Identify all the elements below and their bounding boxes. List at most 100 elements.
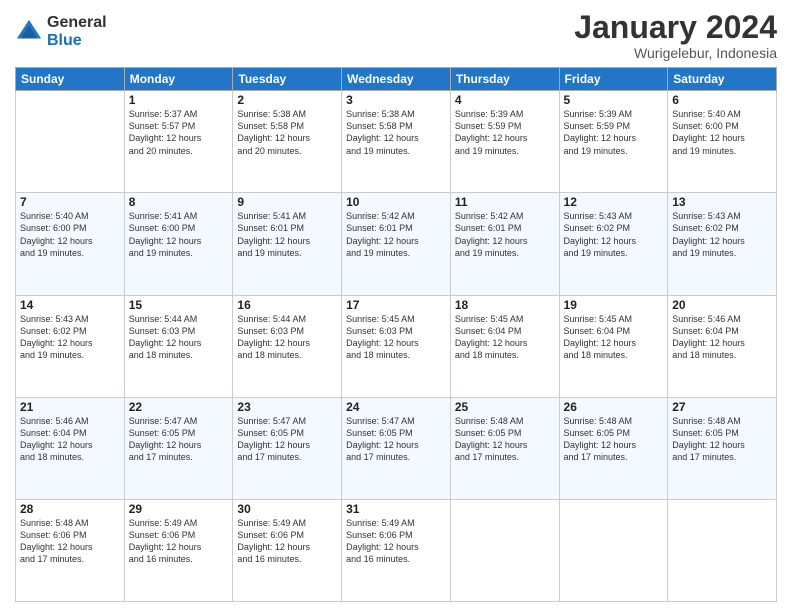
day-info: Sunrise: 5:48 AM Sunset: 6:05 PM Dayligh…: [672, 415, 772, 464]
day-info: Sunrise: 5:45 AM Sunset: 6:04 PM Dayligh…: [564, 313, 664, 362]
calendar-day-cell: 6Sunrise: 5:40 AM Sunset: 6:00 PM Daylig…: [668, 91, 777, 193]
day-info: Sunrise: 5:48 AM Sunset: 6:05 PM Dayligh…: [564, 415, 664, 464]
day-info: Sunrise: 5:41 AM Sunset: 6:00 PM Dayligh…: [129, 210, 229, 259]
day-info: Sunrise: 5:47 AM Sunset: 6:05 PM Dayligh…: [237, 415, 337, 464]
logo: General Blue: [15, 14, 107, 49]
day-info: Sunrise: 5:49 AM Sunset: 6:06 PM Dayligh…: [346, 517, 446, 566]
day-info: Sunrise: 5:40 AM Sunset: 6:00 PM Dayligh…: [672, 108, 772, 157]
calendar-day-cell: 20Sunrise: 5:46 AM Sunset: 6:04 PM Dayli…: [668, 295, 777, 397]
day-info: Sunrise: 5:39 AM Sunset: 5:59 PM Dayligh…: [564, 108, 664, 157]
logo-text: General Blue: [47, 14, 107, 49]
day-number: 26: [564, 400, 664, 414]
day-number: 6: [672, 93, 772, 107]
logo-blue: Blue: [47, 32, 107, 50]
day-number: 3: [346, 93, 446, 107]
day-info: Sunrise: 5:48 AM Sunset: 6:05 PM Dayligh…: [455, 415, 555, 464]
calendar-day-cell: 7Sunrise: 5:40 AM Sunset: 6:00 PM Daylig…: [16, 193, 125, 295]
calendar-day-cell: 11Sunrise: 5:42 AM Sunset: 6:01 PM Dayli…: [450, 193, 559, 295]
day-info: Sunrise: 5:38 AM Sunset: 5:58 PM Dayligh…: [237, 108, 337, 157]
calendar-day-cell: 13Sunrise: 5:43 AM Sunset: 6:02 PM Dayli…: [668, 193, 777, 295]
day-number: 12: [564, 195, 664, 209]
day-info: Sunrise: 5:47 AM Sunset: 6:05 PM Dayligh…: [129, 415, 229, 464]
day-number: 29: [129, 502, 229, 516]
calendar-day-cell: 16Sunrise: 5:44 AM Sunset: 6:03 PM Dayli…: [233, 295, 342, 397]
calendar-header-monday: Monday: [124, 68, 233, 91]
day-number: 16: [237, 298, 337, 312]
calendar-day-cell: 12Sunrise: 5:43 AM Sunset: 6:02 PM Dayli…: [559, 193, 668, 295]
location: Wurigelebur, Indonesia: [574, 45, 777, 61]
calendar-day-cell: 3Sunrise: 5:38 AM Sunset: 5:58 PM Daylig…: [342, 91, 451, 193]
calendar-day-cell: 9Sunrise: 5:41 AM Sunset: 6:01 PM Daylig…: [233, 193, 342, 295]
day-info: Sunrise: 5:45 AM Sunset: 6:04 PM Dayligh…: [455, 313, 555, 362]
calendar-day-cell: 21Sunrise: 5:46 AM Sunset: 6:04 PM Dayli…: [16, 397, 125, 499]
calendar-day-cell: 24Sunrise: 5:47 AM Sunset: 6:05 PM Dayli…: [342, 397, 451, 499]
day-number: 8: [129, 195, 229, 209]
day-number: 14: [20, 298, 120, 312]
day-info: Sunrise: 5:43 AM Sunset: 6:02 PM Dayligh…: [20, 313, 120, 362]
calendar-header-saturday: Saturday: [668, 68, 777, 91]
calendar-week-row: 7Sunrise: 5:40 AM Sunset: 6:00 PM Daylig…: [16, 193, 777, 295]
day-number: 23: [237, 400, 337, 414]
day-number: 21: [20, 400, 120, 414]
day-info: Sunrise: 5:42 AM Sunset: 6:01 PM Dayligh…: [346, 210, 446, 259]
day-number: 19: [564, 298, 664, 312]
day-info: Sunrise: 5:43 AM Sunset: 6:02 PM Dayligh…: [564, 210, 664, 259]
day-number: 15: [129, 298, 229, 312]
day-number: 24: [346, 400, 446, 414]
calendar-day-cell: 29Sunrise: 5:49 AM Sunset: 6:06 PM Dayli…: [124, 499, 233, 601]
calendar-header-thursday: Thursday: [450, 68, 559, 91]
day-number: 9: [237, 195, 337, 209]
day-number: 25: [455, 400, 555, 414]
month-title: January 2024: [574, 10, 777, 45]
day-number: 4: [455, 93, 555, 107]
title-block: January 2024 Wurigelebur, Indonesia: [574, 10, 777, 61]
day-info: Sunrise: 5:47 AM Sunset: 6:05 PM Dayligh…: [346, 415, 446, 464]
calendar-day-cell: 5Sunrise: 5:39 AM Sunset: 5:59 PM Daylig…: [559, 91, 668, 193]
calendar-day-cell: 8Sunrise: 5:41 AM Sunset: 6:00 PM Daylig…: [124, 193, 233, 295]
day-number: 27: [672, 400, 772, 414]
day-info: Sunrise: 5:44 AM Sunset: 6:03 PM Dayligh…: [237, 313, 337, 362]
day-info: Sunrise: 5:37 AM Sunset: 5:57 PM Dayligh…: [129, 108, 229, 157]
calendar-day-cell: 4Sunrise: 5:39 AM Sunset: 5:59 PM Daylig…: [450, 91, 559, 193]
calendar-day-cell: [668, 499, 777, 601]
calendar-day-cell: 2Sunrise: 5:38 AM Sunset: 5:58 PM Daylig…: [233, 91, 342, 193]
day-number: 10: [346, 195, 446, 209]
day-number: 20: [672, 298, 772, 312]
calendar-header-tuesday: Tuesday: [233, 68, 342, 91]
calendar-week-row: 14Sunrise: 5:43 AM Sunset: 6:02 PM Dayli…: [16, 295, 777, 397]
calendar-header-row: SundayMondayTuesdayWednesdayThursdayFrid…: [16, 68, 777, 91]
day-number: 2: [237, 93, 337, 107]
day-number: 28: [20, 502, 120, 516]
calendar-day-cell: 22Sunrise: 5:47 AM Sunset: 6:05 PM Dayli…: [124, 397, 233, 499]
day-number: 1: [129, 93, 229, 107]
calendar-day-cell: [16, 91, 125, 193]
calendar-day-cell: 1Sunrise: 5:37 AM Sunset: 5:57 PM Daylig…: [124, 91, 233, 193]
day-info: Sunrise: 5:45 AM Sunset: 6:03 PM Dayligh…: [346, 313, 446, 362]
day-number: 22: [129, 400, 229, 414]
calendar-day-cell: 15Sunrise: 5:44 AM Sunset: 6:03 PM Dayli…: [124, 295, 233, 397]
calendar-day-cell: 27Sunrise: 5:48 AM Sunset: 6:05 PM Dayli…: [668, 397, 777, 499]
calendar-day-cell: 17Sunrise: 5:45 AM Sunset: 6:03 PM Dayli…: [342, 295, 451, 397]
day-info: Sunrise: 5:49 AM Sunset: 6:06 PM Dayligh…: [129, 517, 229, 566]
calendar-day-cell: 30Sunrise: 5:49 AM Sunset: 6:06 PM Dayli…: [233, 499, 342, 601]
header: General Blue January 2024 Wurigelebur, I…: [15, 10, 777, 61]
calendar-day-cell: 26Sunrise: 5:48 AM Sunset: 6:05 PM Dayli…: [559, 397, 668, 499]
calendar-header-sunday: Sunday: [16, 68, 125, 91]
calendar-day-cell: 14Sunrise: 5:43 AM Sunset: 6:02 PM Dayli…: [16, 295, 125, 397]
day-number: 11: [455, 195, 555, 209]
day-info: Sunrise: 5:43 AM Sunset: 6:02 PM Dayligh…: [672, 210, 772, 259]
day-number: 5: [564, 93, 664, 107]
day-info: Sunrise: 5:39 AM Sunset: 5:59 PM Dayligh…: [455, 108, 555, 157]
day-number: 30: [237, 502, 337, 516]
day-info: Sunrise: 5:42 AM Sunset: 6:01 PM Dayligh…: [455, 210, 555, 259]
calendar-day-cell: 10Sunrise: 5:42 AM Sunset: 6:01 PM Dayli…: [342, 193, 451, 295]
calendar-day-cell: 19Sunrise: 5:45 AM Sunset: 6:04 PM Dayli…: [559, 295, 668, 397]
day-info: Sunrise: 5:46 AM Sunset: 6:04 PM Dayligh…: [20, 415, 120, 464]
calendar-table: SundayMondayTuesdayWednesdayThursdayFrid…: [15, 67, 777, 602]
calendar-day-cell: [450, 499, 559, 601]
day-number: 18: [455, 298, 555, 312]
day-info: Sunrise: 5:41 AM Sunset: 6:01 PM Dayligh…: [237, 210, 337, 259]
calendar-week-row: 21Sunrise: 5:46 AM Sunset: 6:04 PM Dayli…: [16, 397, 777, 499]
calendar-day-cell: 31Sunrise: 5:49 AM Sunset: 6:06 PM Dayli…: [342, 499, 451, 601]
calendar-header-wednesday: Wednesday: [342, 68, 451, 91]
